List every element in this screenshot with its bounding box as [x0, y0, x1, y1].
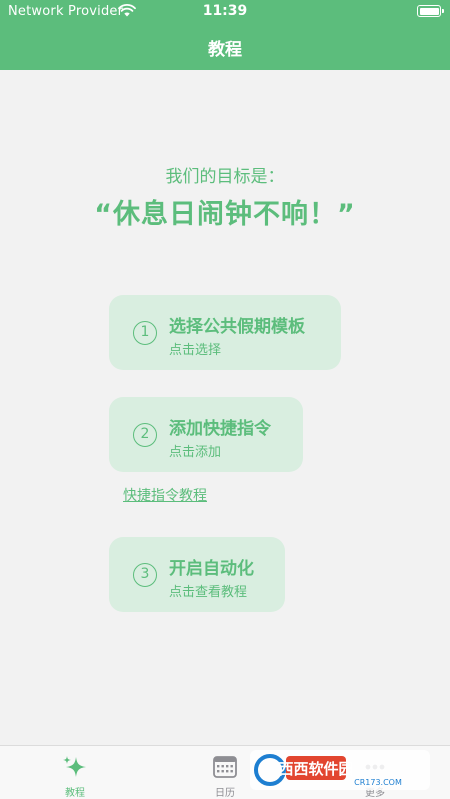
step-number-badge: 2	[133, 423, 157, 447]
goal-quote: “休息日闹钟不响！”	[94, 199, 356, 230]
step-number-badge: 1	[133, 321, 157, 345]
shortcut-tutorial-link[interactable]: 快捷指令教程	[123, 485, 207, 505]
step-title: 开启自动化	[169, 559, 254, 579]
tab-calendar[interactable]: 日历	[150, 746, 300, 799]
step-enable-automation-button[interactable]: 3 开启自动化 点击查看教程	[109, 537, 285, 612]
tab-more[interactable]: 更多	[300, 746, 450, 799]
step-subtitle: 点击选择	[169, 343, 222, 358]
goal-label: 我们的目标是：	[165, 167, 285, 187]
sparkle-icon	[63, 756, 86, 777]
step-select-template-button[interactable]: 1 选择公共假期模板 点击选择	[109, 295, 341, 370]
tab-label: 更多	[365, 788, 385, 799]
tab-label: 日历	[215, 788, 235, 799]
tab-bar: 教程 日历 更多	[0, 745, 450, 799]
step-subtitle: 点击查看教程	[169, 585, 248, 600]
step-title: 选择公共假期模板	[169, 317, 305, 337]
status-time: 11:39	[202, 3, 248, 19]
header: Network Provider 11:39 教程	[0, 0, 450, 70]
step-add-shortcut-button[interactable]: 2 添加快捷指令 点击添加	[109, 397, 303, 472]
page-title: 教程	[208, 40, 242, 60]
step-number-badge: 3	[133, 563, 157, 587]
tab-label: 教程	[65, 788, 85, 799]
status-bar: Network Provider 11:39	[0, 0, 450, 24]
step-title: 添加快捷指令	[169, 419, 271, 439]
step-subtitle: 点击添加	[169, 445, 222, 460]
battery-icon	[417, 5, 444, 17]
calendar-icon	[213, 756, 237, 778]
more-icon	[365, 764, 385, 770]
tab-tutorial[interactable]: 教程	[0, 746, 150, 799]
